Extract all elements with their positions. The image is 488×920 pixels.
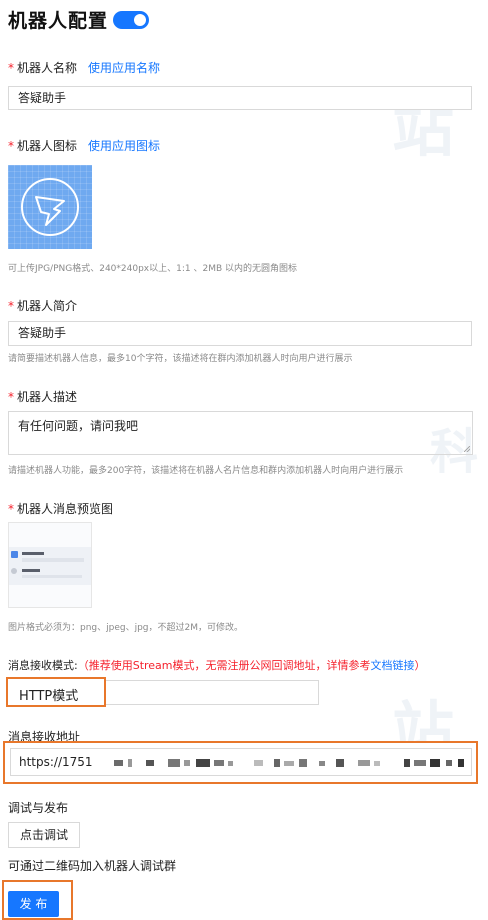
robot-enable-toggle[interactable] <box>113 11 149 29</box>
debug-section-label: 调试与发布 <box>8 801 69 815</box>
required-mark: * <box>8 61 14 75</box>
required-mark: * <box>8 139 14 153</box>
desc-hint: 请描述机器人功能，最多200字符，该描述将在机器人名片信息和群内添加机器人时向用… <box>8 466 404 476</box>
required-mark: * <box>8 299 14 313</box>
debug-button[interactable]: 点击调试 <box>8 822 80 848</box>
receive-url-value: https://1751 <box>19 755 93 769</box>
receive-mode-label: 消息接收模式: <box>8 659 78 672</box>
message-preview-image[interactable] <box>8 522 92 608</box>
dingtalk-logo-icon <box>21 178 79 236</box>
robot-icon-upload[interactable] <box>8 165 92 249</box>
desc-label: 机器人描述 <box>17 390 78 404</box>
redacted-url-blur <box>114 759 464 767</box>
publish-button[interactable]: 发 布 <box>8 891 59 917</box>
message-preview-thumbnail <box>9 547 91 585</box>
intro-hint: 请简要描述机器人信息，最多10个字符，该描述将在群内添加机器人时向用户进行展示 <box>8 354 353 364</box>
name-label-row: * 机器人名称 <box>8 59 77 76</box>
debug-qr-hint: 可通过二维码加入机器人调试群 <box>8 859 177 873</box>
use-app-name-link[interactable]: 使用应用名称 <box>88 59 160 76</box>
icon-hint: 可上传JPG/PNG格式、240*240px以上、1:1 、2MB 以内的无圆角… <box>8 264 297 274</box>
use-app-icon-link[interactable]: 使用应用图标 <box>88 137 160 154</box>
description-text: 有任何问题，请问我吧 <box>18 419 139 433</box>
required-mark: * <box>8 390 14 404</box>
toggle-knob <box>134 14 146 26</box>
desc-label-row: * 机器人描述 <box>8 388 77 405</box>
name-label: 机器人名称 <box>17 61 78 75</box>
preview-label-row: * 机器人消息预览图 <box>8 500 113 517</box>
receive-mode-note-end: ） <box>414 659 426 672</box>
required-mark: * <box>8 502 14 516</box>
receive-mode-select[interactable]: HTTP模式 <box>6 677 106 707</box>
intro-label-row: * 机器人简介 <box>8 297 77 314</box>
preview-label: 机器人消息预览图 <box>17 502 114 516</box>
robot-description-textarea[interactable]: 有任何问题，请问我吧 <box>8 411 473 455</box>
receive-mode-row: 消息接收模式:（推荐使用Stream模式，无需注册公网回调地址，详情参考文档链接… <box>8 657 426 673</box>
doc-link[interactable]: 文档链接 <box>371 659 415 672</box>
robot-intro-input[interactable]: 答疑助手 <box>8 321 472 346</box>
page-title: 机器人配置 <box>8 10 109 32</box>
icon-label-row: * 机器人图标 <box>8 137 77 154</box>
robot-name-input[interactable]: 答疑助手 <box>8 86 472 110</box>
receive-url-input[interactable]: https://1751 <box>10 748 472 776</box>
receive-mode-note: （推荐使用Stream模式，无需注册公网回调地址，详情参考 <box>77 659 371 672</box>
preview-hint: 图片格式必须为：png、jpeg、jpg，不超过2M，可修改。 <box>8 623 244 633</box>
intro-label: 机器人简介 <box>17 299 78 313</box>
icon-label: 机器人图标 <box>17 139 78 153</box>
resize-handle-icon[interactable] <box>464 446 470 452</box>
